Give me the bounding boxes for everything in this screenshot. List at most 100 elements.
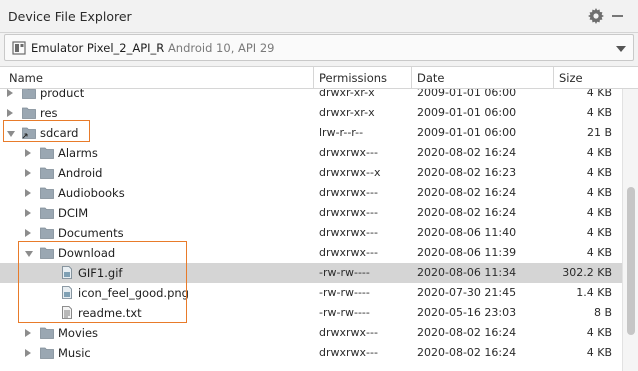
image-file-icon bbox=[60, 266, 74, 279]
row-size: 4 KB bbox=[586, 246, 612, 259]
table-row[interactable]: icon_feel_good.png -rw-rw---- 2020-07-30 2… bbox=[0, 283, 622, 303]
row-date: 2020-05-16 23:03 bbox=[417, 306, 517, 319]
table-row[interactable]: Android drwxrwx--x 2020-08-02 16:23 4 KB bbox=[0, 163, 622, 183]
row-name: sdcard bbox=[40, 126, 79, 140]
device-details: Android 10, API 29 bbox=[167, 41, 275, 55]
row-size: 4 KB bbox=[586, 146, 612, 159]
row-name: res bbox=[40, 106, 58, 120]
chevron-right-icon[interactable] bbox=[25, 349, 31, 357]
row-date: 2020-08-06 11:34 bbox=[417, 266, 517, 279]
image-file-icon bbox=[60, 286, 74, 299]
row-name: Music bbox=[58, 346, 91, 360]
row-size: 4 KB bbox=[586, 346, 612, 359]
row-name: Android bbox=[58, 166, 103, 180]
chevron-right-icon[interactable] bbox=[25, 149, 31, 157]
row-size: 4 KB bbox=[586, 166, 612, 179]
folder-icon bbox=[40, 166, 54, 179]
column-header-name[interactable]: Name bbox=[9, 71, 43, 85]
row-size: 302.2 KB bbox=[562, 266, 612, 279]
folder-icon bbox=[40, 326, 54, 339]
vertical-scrollbar[interactable] bbox=[622, 89, 638, 371]
chevron-right-icon[interactable] bbox=[7, 109, 13, 117]
minimize-icon[interactable] bbox=[612, 15, 623, 17]
table-row[interactable]: GIF1.gif -rw-rw---- 2020-08-06 11:34 302.2 … bbox=[0, 263, 622, 283]
row-date: 2020-08-06 11:39 bbox=[417, 246, 517, 259]
row-permissions: drwxrwx--- bbox=[319, 226, 378, 239]
row-size: 4 KB bbox=[586, 326, 612, 339]
table-row[interactable]: res drwxr-xr-x 2009-01-01 06:00 4 KB bbox=[0, 103, 622, 123]
row-name: Movies bbox=[58, 326, 99, 340]
table-row[interactable]: Movies drwxrwx--- 2020-08-02 16:24 4 KB bbox=[0, 323, 622, 343]
folder-icon bbox=[40, 206, 54, 219]
row-date: 2020-08-02 16:23 bbox=[417, 166, 517, 179]
chevron-down-icon[interactable] bbox=[616, 46, 626, 52]
folder-link-icon bbox=[22, 126, 36, 139]
table-row[interactable]: Music drwxrwx--- 2020-08-02 16:24 4 KB bbox=[0, 343, 622, 363]
gear-icon[interactable] bbox=[588, 8, 604, 24]
phone-icon bbox=[12, 41, 26, 55]
row-permissions: -rw-rw---- bbox=[319, 286, 370, 299]
table-row[interactable]: Download drwxrwx--- 2020-08-06 11:39 4 KB bbox=[0, 243, 622, 263]
row-size: 1.4 KB bbox=[576, 286, 612, 299]
row-date: 2009-01-01 06:00 bbox=[417, 126, 517, 139]
chevron-right-icon[interactable] bbox=[25, 229, 31, 237]
row-name: Documents bbox=[58, 226, 124, 240]
row-permissions: -rw-rw---- bbox=[319, 266, 370, 279]
column-header-date[interactable]: Date bbox=[417, 71, 445, 85]
row-name: readme.txt bbox=[78, 306, 142, 320]
row-date: 2020-08-02 16:24 bbox=[417, 346, 517, 359]
table-row[interactable]: Audiobooks drwxrwx--- 2020-08-02 16:24 4 KB bbox=[0, 183, 622, 203]
row-date: 2020-07-30 21:45 bbox=[417, 286, 517, 299]
table-row[interactable]: Documents drwxrwx--- 2020-08-06 11:40 4 KB bbox=[0, 223, 622, 243]
table-row[interactable]: readme.txt -rw-rw---- 2020-05-16 23:03 8 B bbox=[0, 303, 622, 323]
folder-icon bbox=[40, 246, 54, 259]
row-permissions: drwxrwx--- bbox=[319, 346, 378, 359]
table-row[interactable]: DCIM drwxrwx--- 2020-08-02 16:24 4 KB bbox=[0, 203, 622, 223]
row-permissions: drwxr-xr-x bbox=[319, 106, 375, 119]
row-date: 2009-01-01 06:00 bbox=[417, 106, 517, 119]
chevron-down-icon[interactable] bbox=[25, 251, 33, 257]
row-name: DCIM bbox=[58, 206, 89, 220]
column-divider[interactable] bbox=[411, 67, 412, 89]
scrollbar-thumb[interactable] bbox=[627, 187, 635, 335]
row-date: 2020-08-02 16:24 bbox=[417, 146, 517, 159]
row-name: Alarms bbox=[58, 146, 98, 160]
folder-icon bbox=[40, 186, 54, 199]
device-name: Emulator Pixel_2_API_R Android 10, API 2… bbox=[31, 41, 274, 55]
row-date: 2020-08-06 11:40 bbox=[417, 226, 517, 239]
row-size: 8 B bbox=[593, 306, 612, 319]
device-selector[interactable]: Emulator Pixel_2_API_R Android 10, API 2… bbox=[4, 34, 634, 61]
row-permissions: drwxrwx--- bbox=[319, 326, 378, 339]
row-permissions: lrw-r--r-- bbox=[319, 126, 364, 139]
row-permissions: drwxrwx--- bbox=[319, 146, 378, 159]
file-table: product drwxr-xr-x 2009-01-01 06:00 4 KB res… bbox=[0, 66, 638, 371]
row-name: GIF1.gif bbox=[78, 266, 123, 280]
row-permissions: -rw-rw---- bbox=[319, 306, 370, 319]
row-size: 4 KB bbox=[586, 226, 612, 239]
column-header-size[interactable]: Size bbox=[559, 71, 583, 85]
table-row[interactable]: Alarms drwxrwx--- 2020-08-02 16:24 4 KB bbox=[0, 143, 622, 163]
chevron-right-icon[interactable] bbox=[25, 189, 31, 197]
row-date: 2020-08-02 16:24 bbox=[417, 326, 517, 339]
text-file-icon bbox=[60, 306, 74, 319]
row-permissions: drwxrwx--- bbox=[319, 186, 378, 199]
column-header-permissions[interactable]: Permissions bbox=[319, 71, 387, 85]
row-size: 4 KB bbox=[586, 186, 612, 199]
row-name: Audiobooks bbox=[58, 186, 125, 200]
row-name: Download bbox=[58, 246, 116, 260]
panel-title: Device File Explorer bbox=[8, 9, 132, 24]
row-size: 4 KB bbox=[586, 206, 612, 219]
row-name: icon_feel_good.png bbox=[78, 286, 189, 300]
chevron-right-icon[interactable] bbox=[7, 89, 13, 97]
folder-icon bbox=[40, 346, 54, 359]
chevron-down-icon[interactable] bbox=[7, 131, 15, 137]
row-permissions: drwxrwx--- bbox=[319, 246, 378, 259]
column-divider[interactable] bbox=[313, 67, 314, 89]
chevron-right-icon[interactable] bbox=[25, 209, 31, 217]
folder-icon bbox=[40, 226, 54, 239]
chevron-right-icon[interactable] bbox=[25, 329, 31, 337]
chevron-right-icon[interactable] bbox=[25, 169, 31, 177]
column-divider[interactable] bbox=[553, 67, 554, 89]
table-header: Name Permissions Date Size bbox=[0, 67, 638, 89]
table-row[interactable]: sdcard lrw-r--r-- 2009-01-01 06:00 21 B bbox=[0, 123, 622, 143]
